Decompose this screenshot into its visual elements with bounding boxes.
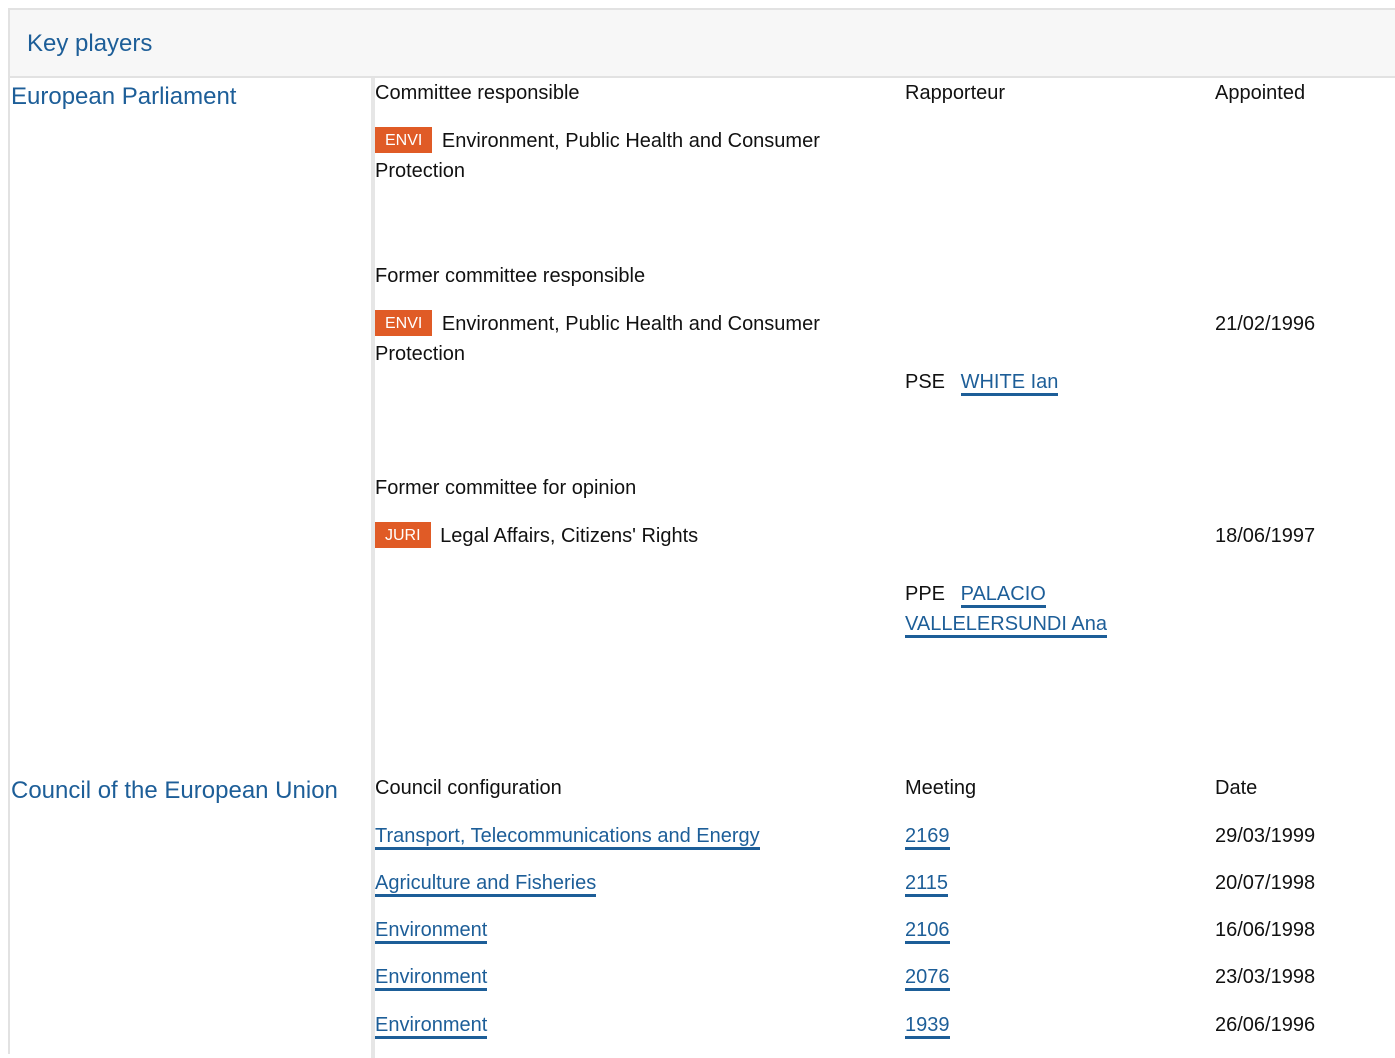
table-row: Environment [375,919,488,944]
meeting-link[interactable]: 2106 [905,919,950,944]
council-configuration-link[interactable]: Environment [375,1014,488,1039]
table-row: Environment [375,966,488,991]
column-header-rapporteur: Rapporteur [905,82,1006,104]
former-committee-opinion: JURI Legal Affairs, Citizens' Rights [375,521,875,551]
committee-name: Legal Affairs, Citizens' Rights [440,525,699,547]
meeting-link[interactable]: 2115 [905,872,949,897]
meeting-date: 20/07/1998 [1215,872,1316,894]
table-row: Transport, Telecommunications and Energy [375,825,760,850]
former-committee-opinion-label: Former committee for opinion [375,477,637,499]
meeting-link[interactable]: 2169 [905,825,950,850]
table-row-meeting: 2106 [905,919,950,944]
column-divider [371,78,375,1058]
committee-badge-envi: ENVI [375,127,433,153]
meeting-link[interactable]: 2076 [905,966,950,991]
council-configuration-link[interactable]: Agriculture and Fisheries [375,872,597,897]
rapporteur-palacio-line2: VALLELERSUNDI Ana [905,609,1107,639]
rapporteur-link-palacio-line1[interactable]: PALACIO [960,583,1046,608]
rapporteur-link-white-ian[interactable]: WHITE Ian [960,371,1059,396]
rapporteur-link-palacio-line2[interactable]: VALLELERSUNDI Ana [905,613,1107,638]
committee-responsible: ENVI Environment, Public Health and Cons… [375,126,875,186]
section-title-european-parliament: European Parliament [11,83,237,110]
committee-badge-envi: ENVI [375,310,433,336]
meeting-date: 23/03/1998 [1215,966,1316,988]
committee-badge-juri: JURI [375,522,431,548]
column-header-date: Date [1215,777,1258,799]
council-configuration-link[interactable]: Environment [375,919,488,944]
rapporteur-palacio: PPE PALACIO [905,579,1046,609]
meeting-date: 16/06/1998 [1215,919,1316,941]
table-row-meeting: 2169 [905,825,950,850]
section-title-council: Council of the European Union [11,777,338,804]
meeting-link[interactable]: 1939 [905,1014,950,1039]
panel-header: Key players [10,10,1395,78]
panel-title: Key players [27,30,153,57]
committee-name: Environment, Public Health and Consumer … [375,313,820,365]
table-row-meeting: 1939 [905,1014,950,1039]
meeting-date: 26/06/1996 [1215,1014,1316,1036]
appointed-date: 21/02/1996 [1215,313,1316,335]
column-header-configuration: Council configuration [375,777,562,799]
table-row-meeting: 2076 [905,966,950,991]
appointed-date: 18/06/1997 [1215,525,1316,547]
column-header-meeting: Meeting [905,777,977,799]
council-configuration-link[interactable]: Transport, Telecommunications and Energy [375,825,760,850]
column-header-appointed: Appointed [1215,82,1306,104]
council-configuration-link[interactable]: Environment [375,966,488,991]
rapporteur-white: PSE WHITE Ian [905,367,1059,397]
meeting-date: 29/03/1999 [1215,825,1316,847]
political-group: PSE [905,371,946,393]
former-committee-responsible: ENVI Environment, Public Health and Cons… [375,309,875,369]
column-header-committee: Committee responsible [375,82,580,104]
political-group: PPE [905,583,946,605]
table-row: Environment [375,1014,488,1039]
table-row-meeting: 2115 [905,872,949,897]
former-committee-responsible-label: Former committee responsible [375,265,646,287]
table-row: Agriculture and Fisheries [375,872,597,897]
committee-name: Environment, Public Health and Consumer … [375,130,820,182]
